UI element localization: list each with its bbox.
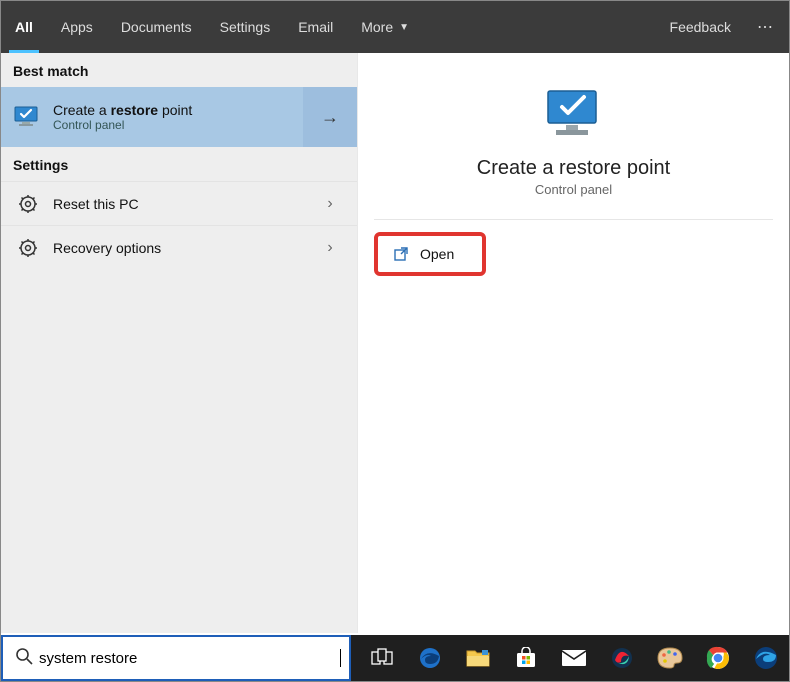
- taskbar: [351, 635, 789, 681]
- feedback-link[interactable]: Feedback: [658, 19, 743, 35]
- result-title: Reset this PC: [53, 196, 303, 212]
- text-cursor: [340, 649, 341, 667]
- result-subtitle: Control panel: [53, 118, 303, 132]
- edge-browser-icon[interactable]: [407, 638, 453, 678]
- microsoft-store-icon[interactable]: [503, 638, 549, 678]
- chevron-right-icon[interactable]: ›: [303, 182, 357, 225]
- open-external-icon: [394, 246, 410, 262]
- tab-more[interactable]: More ▼: [347, 1, 423, 53]
- chrome-icon[interactable]: [695, 638, 741, 678]
- expand-arrow-icon[interactable]: →: [303, 87, 357, 147]
- best-match-header: Best match: [1, 53, 357, 87]
- result-reset-this-pc[interactable]: Reset this PC ›: [1, 181, 357, 225]
- result-title: Recovery options: [53, 240, 303, 256]
- gear-icon: [13, 194, 43, 214]
- monitor-checkmark-icon: [13, 105, 43, 129]
- open-button-label: Open: [420, 246, 454, 262]
- file-explorer-icon[interactable]: [455, 638, 501, 678]
- task-view-icon[interactable]: [359, 638, 405, 678]
- result-recovery-options[interactable]: Recovery options ›: [1, 225, 357, 269]
- overflow-menu-button[interactable]: ⋯: [743, 17, 789, 37]
- results-panel: Best match Create a restore point Contro…: [1, 53, 357, 633]
- tab-all[interactable]: All: [1, 1, 47, 53]
- mail-icon[interactable]: [551, 638, 597, 678]
- tab-settings[interactable]: Settings: [206, 1, 285, 53]
- settings-header: Settings: [1, 147, 357, 181]
- result-create-restore-point[interactable]: Create a restore point Control panel →: [1, 87, 357, 147]
- tab-documents[interactable]: Documents: [107, 1, 206, 53]
- tab-more-label: More: [361, 19, 393, 35]
- search-icon: [15, 647, 33, 670]
- chevron-right-icon[interactable]: ›: [303, 226, 357, 269]
- search-box[interactable]: [1, 635, 351, 681]
- open-button[interactable]: Open: [374, 232, 486, 276]
- chevron-down-icon: ▼: [399, 22, 409, 33]
- search-category-bar: All Apps Documents Settings Email More ▼…: [1, 1, 789, 53]
- paint-palette-icon[interactable]: [647, 638, 693, 678]
- search-input[interactable]: [39, 650, 339, 667]
- monitor-checkmark-icon: [542, 87, 606, 143]
- detail-title: Create a restore point: [477, 157, 670, 180]
- gear-icon: [13, 238, 43, 258]
- result-title: Create a restore point: [53, 102, 303, 118]
- tab-apps[interactable]: Apps: [47, 1, 107, 53]
- edge-classic-icon[interactable]: [743, 638, 789, 678]
- tab-email[interactable]: Email: [284, 1, 347, 53]
- detail-panel: Create a restore point Control panel Ope…: [357, 53, 789, 633]
- photos-swirl-icon[interactable]: [599, 638, 645, 678]
- detail-subtitle: Control panel: [535, 182, 612, 197]
